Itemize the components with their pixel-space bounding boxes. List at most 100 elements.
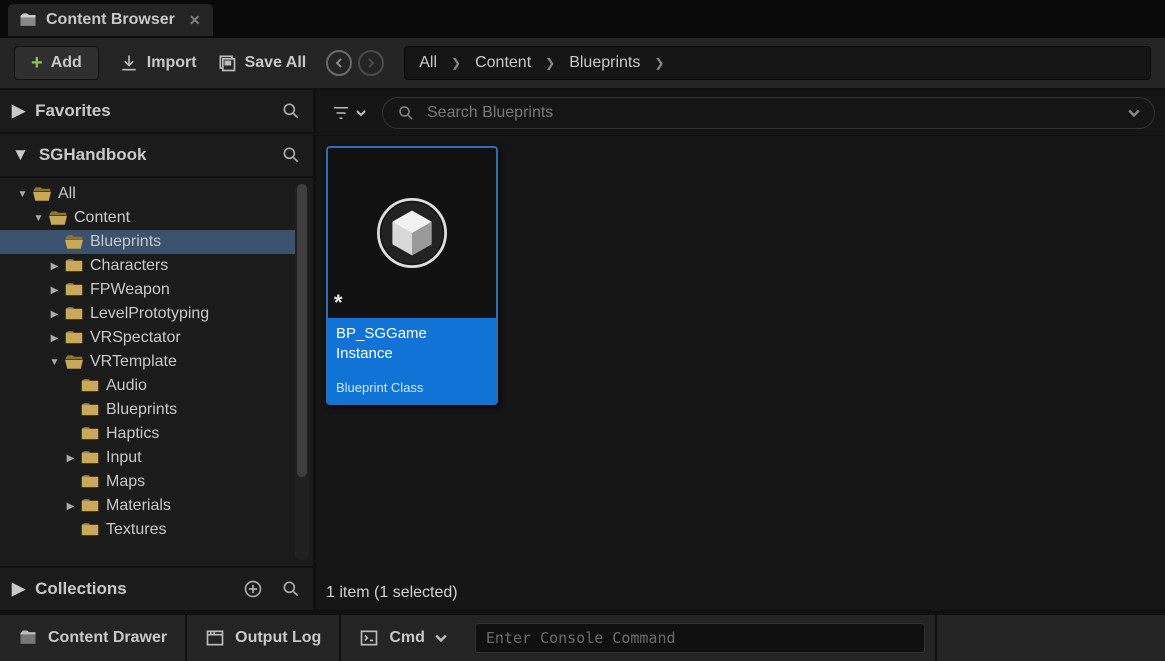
console-command-input[interactable]	[475, 623, 925, 653]
tree-node[interactable]: Textures	[0, 518, 295, 542]
tree-node-label: LevelPrototyping	[90, 305, 209, 323]
cmd-label: Cmd	[389, 629, 425, 647]
tree-node[interactable]: ▶ FPWeapon	[0, 278, 295, 302]
tree-node-label: All	[58, 185, 76, 203]
tree-node-label: Textures	[106, 521, 166, 539]
folder-stack-icon	[18, 628, 38, 648]
favorites-label: Favorites	[35, 101, 111, 121]
tree-node[interactable]: ▶ Materials	[0, 494, 295, 518]
tree-node-label: FPWeapon	[90, 281, 170, 299]
add-collection-icon[interactable]	[243, 579, 263, 599]
folder-icon	[65, 283, 83, 297]
chevron-down-icon[interactable]: ▼	[48, 357, 61, 368]
tree-scrollbar[interactable]	[295, 184, 309, 560]
close-icon[interactable]: ✕	[189, 12, 201, 29]
tree-node-label: Input	[106, 449, 142, 467]
output-log-button[interactable]: Output Log	[187, 615, 339, 661]
tab-content-browser[interactable]: Content Browser ✕	[8, 4, 213, 36]
project-label: SGHandbook	[39, 145, 147, 165]
folder-tree[interactable]: ▼All▼ContentBlueprints▶Characters▶FPWeap…	[0, 178, 295, 566]
content-drawer-label: Content Drawer	[48, 629, 167, 647]
folder-icon	[49, 211, 67, 225]
tree-node[interactable]: ▶VRSpectator	[0, 326, 295, 350]
tree-node[interactable]: ▼VRTemplate	[0, 350, 295, 374]
folder-icon	[81, 379, 99, 393]
tree-node[interactable]: Maps	[0, 470, 295, 494]
chevron-down-icon	[435, 632, 447, 644]
import-label: Import	[147, 54, 197, 72]
collections-label: Collections	[35, 579, 127, 599]
tab-title: Content Browser	[46, 11, 175, 29]
tree-node-label: Characters	[90, 257, 168, 275]
chevron-right-icon[interactable]: ▶	[64, 453, 77, 464]
favorites-section[interactable]: ▶ Favorites	[0, 90, 313, 134]
tree-node[interactable]: Blueprints	[0, 398, 295, 422]
search-icon[interactable]	[281, 579, 301, 599]
tree-node-label: Audio	[106, 377, 147, 395]
tree-node[interactable]: ▶ Input	[0, 446, 295, 470]
tree-node-label: Materials	[106, 497, 171, 515]
folder-icon	[81, 499, 99, 513]
folder-icon	[65, 235, 83, 249]
output-log-label: Output Log	[235, 629, 321, 647]
folder-icon	[65, 355, 83, 369]
blueprint-icon	[377, 198, 447, 268]
tree-node[interactable]: Blueprints	[0, 230, 295, 254]
console-icon	[359, 628, 379, 648]
asset-thumbnail: *	[328, 148, 496, 318]
cmd-selector[interactable]: Cmd	[341, 615, 465, 661]
folder-icon	[33, 187, 51, 201]
filter-button[interactable]	[326, 100, 372, 126]
search-input[interactable]	[425, 103, 1118, 123]
scrollbar-thumb[interactable]	[297, 184, 307, 477]
asset-tile[interactable]: * BP_SGGameInstance Blueprint Class	[326, 146, 498, 405]
chevron-down-icon[interactable]: ▼	[16, 189, 29, 200]
crumb-all[interactable]: All	[419, 54, 437, 72]
asset-name: BP_SGGameInstance	[336, 324, 488, 364]
tree-node[interactable]: ▼ All	[0, 182, 295, 206]
save-all-button[interactable]: Save All	[217, 53, 307, 73]
chevron-down-icon: ▼	[12, 145, 29, 165]
folder-icon	[65, 307, 83, 321]
asset-type: Blueprint Class	[336, 380, 488, 395]
tree-node[interactable]: ▼Content	[0, 206, 295, 230]
chevron-right-icon[interactable]: ▶	[48, 261, 61, 272]
collections-section[interactable]: ▶ Collections	[0, 566, 313, 610]
dirty-indicator: *	[334, 290, 343, 316]
tree-node[interactable]: ▶ LevelPrototyping	[0, 302, 295, 326]
content-drawer-button[interactable]: Content Drawer	[0, 615, 185, 661]
chevron-right-icon: ❯	[545, 56, 555, 70]
chevron-right-icon: ▶	[12, 579, 25, 599]
sidebar: ▶ Favorites ▼ SGHandbook ▼All▼ContentBlu…	[0, 90, 316, 610]
nav-back-button[interactable]	[326, 50, 352, 76]
chevron-right-icon[interactable]: ▶	[48, 333, 61, 344]
save-all-label: Save All	[245, 54, 307, 72]
search-icon	[397, 104, 415, 122]
import-button[interactable]: Import	[119, 53, 197, 73]
search-box[interactable]	[382, 97, 1155, 129]
chevron-down-icon[interactable]	[1128, 107, 1140, 119]
toolbar: + Add Import Save All All ❯ Content	[0, 38, 1165, 90]
search-icon[interactable]	[281, 145, 301, 165]
asset-grid[interactable]: * BP_SGGameInstance Blueprint Class	[316, 136, 1165, 576]
chevron-right-icon: ❯	[451, 56, 461, 70]
project-section[interactable]: ▼ SGHandbook	[0, 134, 313, 178]
chevron-down-icon[interactable]: ▼	[32, 213, 45, 224]
search-icon[interactable]	[281, 101, 301, 121]
crumb-blueprints[interactable]: Blueprints	[569, 54, 640, 72]
add-button[interactable]: + Add	[14, 46, 99, 80]
chevron-down-icon	[356, 108, 366, 118]
tree-node-label: Blueprints	[106, 401, 177, 419]
crumb-content[interactable]: Content	[475, 54, 531, 72]
folder-stack-icon	[18, 10, 38, 30]
status-text: 1 item (1 selected)	[316, 576, 1165, 610]
tree-node[interactable]: Haptics	[0, 422, 295, 446]
chevron-right-icon[interactable]: ▶	[48, 309, 61, 320]
chevron-right-icon[interactable]: ▶	[48, 285, 61, 296]
chevron-right-icon[interactable]: ▶	[64, 501, 77, 512]
nav-forward-button[interactable]	[358, 50, 384, 76]
tree-node[interactable]: ▶ Characters	[0, 254, 295, 278]
bottom-bar: Content Drawer Output Log Cmd	[0, 613, 1165, 661]
plus-icon: +	[31, 53, 43, 73]
tree-node[interactable]: Audio	[0, 374, 295, 398]
